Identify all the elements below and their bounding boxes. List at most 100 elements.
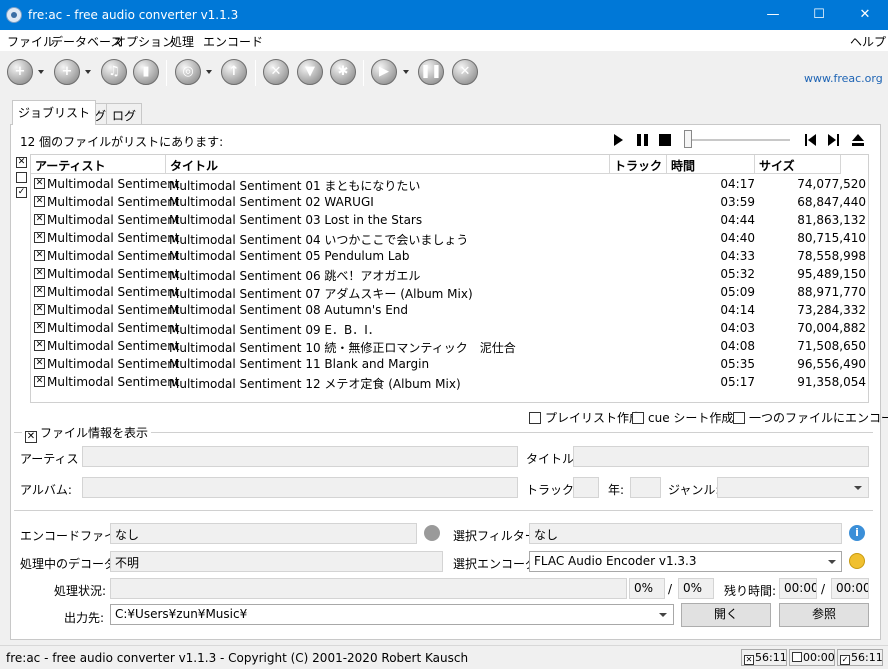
trash-icon[interactable]: ▮ bbox=[133, 59, 159, 85]
table-row[interactable]: ✕ Multimodal Sentiment Multimodal Sentimen… bbox=[31, 211, 868, 229]
music-note-icon[interactable]: ♫ bbox=[101, 59, 127, 85]
select-none-checkbox[interactable] bbox=[16, 172, 27, 183]
menu-process[interactable]: 処理 bbox=[170, 33, 194, 50]
start-encoding-icon[interactable]: ▶ bbox=[371, 59, 397, 85]
select-all-checkbox[interactable]: ✕ bbox=[16, 157, 27, 168]
row-checkbox[interactable]: ✕ bbox=[34, 340, 45, 351]
info-icon[interactable]: i bbox=[849, 525, 865, 541]
column-title[interactable]: タイトル bbox=[166, 155, 610, 174]
cddb-submit-icon[interactable]: ↑ bbox=[221, 59, 247, 85]
toggle-selection-checkbox[interactable]: ✓ bbox=[16, 187, 27, 198]
menu-database[interactable]: データベース bbox=[51, 33, 122, 50]
column-track[interactable]: トラック bbox=[610, 155, 667, 174]
website-link[interactable]: www.freac.org bbox=[804, 72, 883, 85]
row-checkbox[interactable]: ✕ bbox=[34, 196, 45, 207]
row-checkbox[interactable]: ✕ bbox=[34, 178, 45, 189]
create-playlist-checkbox[interactable] bbox=[529, 412, 541, 424]
remaining-time-field: 00:00 bbox=[779, 578, 817, 599]
encode-menu-arrow[interactable] bbox=[403, 70, 409, 74]
artist-field[interactable] bbox=[82, 446, 518, 467]
table-row[interactable]: ✕ Multimodal Sentiment Multimodal Sentimen… bbox=[31, 265, 868, 283]
menu-help[interactable]: ヘルプ bbox=[850, 33, 886, 50]
album-field[interactable] bbox=[82, 477, 518, 498]
encode-file-field: なし bbox=[110, 523, 417, 544]
eject-icon[interactable] bbox=[852, 133, 864, 147]
browse-button[interactable]: 参照 bbox=[779, 603, 869, 627]
progress-separator: / bbox=[668, 582, 673, 596]
row-checkbox[interactable]: ✕ bbox=[34, 304, 45, 315]
tab-joblist[interactable]: ジョブリスト bbox=[12, 100, 97, 125]
add-files-icon[interactable]: + bbox=[7, 59, 33, 85]
pause-icon[interactable]: ❚❚ bbox=[418, 59, 444, 85]
encoder-select[interactable]: FLAC Audio Encoder v1.3.3 bbox=[529, 551, 842, 572]
tab-log[interactable]: ログ bbox=[106, 103, 143, 125]
job-list[interactable]: アーティスト タイトル トラック 時間 サイズ ✕ Multimodal Sent… bbox=[30, 154, 869, 403]
unchecked-time-cell: 00:00 bbox=[789, 649, 835, 666]
row-checkbox[interactable]: ✕ bbox=[34, 286, 45, 297]
row-checkbox[interactable]: ✕ bbox=[34, 358, 45, 369]
column-size[interactable]: サイズ bbox=[755, 155, 841, 174]
playback-position-slider[interactable] bbox=[684, 130, 692, 148]
stop-icon[interactable]: ✕ bbox=[452, 59, 478, 85]
table-row[interactable]: ✕ Multimodal Sentiment Multimodal Sentimen… bbox=[31, 247, 868, 265]
create-cue-option[interactable]: cue シート作成 bbox=[632, 409, 733, 425]
time-cell: 04:40 bbox=[720, 231, 755, 245]
add-files-menu-arrow[interactable] bbox=[38, 70, 44, 74]
genre-select[interactable] bbox=[717, 477, 869, 498]
track-field[interactable] bbox=[573, 477, 599, 498]
table-row[interactable]: ✕ Multimodal Sentiment Multimodal Sentimen… bbox=[31, 175, 868, 193]
total-time-cell: ✓ 56:11 bbox=[837, 649, 883, 666]
tools-icon[interactable]: ✕ bbox=[263, 59, 289, 85]
stop-playback-icon[interactable] bbox=[659, 133, 671, 147]
row-checkbox[interactable]: ✕ bbox=[34, 268, 45, 279]
checked-time-cell: ✕ 56:11 bbox=[741, 649, 787, 666]
table-row[interactable]: ✕ Multimodal Sentiment Multimodal Sentimen… bbox=[31, 193, 868, 211]
add-cd-icon[interactable]: + bbox=[54, 59, 80, 85]
row-checkbox[interactable]: ✕ bbox=[34, 232, 45, 243]
table-row[interactable]: ✕ Multimodal Sentiment Multimodal Sentimen… bbox=[31, 229, 868, 247]
menu-options[interactable]: オプション bbox=[114, 33, 174, 50]
table-row[interactable]: ✕ Multimodal Sentiment Multimodal Sentimen… bbox=[31, 301, 868, 319]
single-file-checkbox[interactable] bbox=[733, 412, 745, 424]
column-artist[interactable]: アーティスト bbox=[31, 155, 166, 174]
encoder-settings-icon[interactable] bbox=[849, 553, 865, 569]
row-checkbox[interactable]: ✕ bbox=[34, 376, 45, 387]
close-button[interactable]: ✕ bbox=[842, 0, 888, 30]
cddb-menu-arrow[interactable] bbox=[206, 70, 212, 74]
table-row[interactable]: ✕ Multimodal Sentiment Multimodal Sentimen… bbox=[31, 283, 868, 301]
open-button[interactable]: 開く bbox=[681, 603, 771, 627]
pause-playback-icon[interactable] bbox=[636, 133, 648, 147]
filter-icon[interactable]: ▼ bbox=[297, 59, 323, 85]
row-checkbox[interactable]: ✕ bbox=[34, 250, 45, 261]
table-row[interactable]: ✕ Multimodal Sentiment Multimodal Sentimen… bbox=[31, 319, 868, 337]
table-row[interactable]: ✕ Multimodal Sentiment Multimodal Sentimen… bbox=[31, 355, 868, 373]
table-row[interactable]: ✕ Multimodal Sentiment Multimodal Sentimen… bbox=[31, 373, 868, 391]
artist-cell: Multimodal Sentiment bbox=[47, 285, 180, 299]
maximize-button[interactable]: ☐ bbox=[796, 0, 842, 30]
row-checkbox[interactable]: ✕ bbox=[34, 322, 45, 333]
next-track-icon[interactable] bbox=[828, 133, 840, 147]
menu-file[interactable]: ファイル bbox=[7, 33, 55, 50]
title-field[interactable] bbox=[573, 446, 869, 467]
column-time[interactable]: 時間 bbox=[667, 155, 755, 174]
previous-track-icon[interactable] bbox=[805, 133, 817, 147]
create-playlist-option[interactable]: プレイリスト作成 bbox=[529, 409, 641, 425]
show-file-info-toggle[interactable]: ✕ ファイル情報を表示 bbox=[22, 424, 152, 443]
row-checkbox[interactable]: ✕ bbox=[34, 214, 45, 225]
reload-icon[interactable] bbox=[424, 525, 440, 541]
table-row[interactable]: ✕ Multimodal Sentiment Multimodal Sentimen… bbox=[31, 337, 868, 355]
show-file-info-checkbox[interactable]: ✕ bbox=[25, 431, 37, 443]
settings-gear-icon[interactable]: ✱ bbox=[330, 59, 356, 85]
year-field[interactable] bbox=[630, 477, 661, 498]
menu-encode[interactable]: エンコード bbox=[203, 33, 263, 50]
single-file-label: 一つのファイルにエンコード bbox=[749, 411, 888, 425]
play-icon[interactable] bbox=[614, 133, 626, 147]
add-cd-menu-arrow[interactable] bbox=[85, 70, 91, 74]
artist-cell: Multimodal Sentiment bbox=[47, 249, 180, 263]
create-cue-checkbox[interactable] bbox=[632, 412, 644, 424]
single-file-option[interactable]: 一つのファイルにエンコード bbox=[733, 409, 888, 425]
cddb-query-icon[interactable]: ◎ bbox=[175, 59, 201, 85]
minimize-button[interactable]: — bbox=[750, 0, 796, 30]
output-dir-field[interactable]: C:¥Users¥zun¥Music¥ bbox=[110, 604, 674, 625]
status-text: fre:ac - free audio converter v1.1.3 - C… bbox=[6, 651, 469, 665]
